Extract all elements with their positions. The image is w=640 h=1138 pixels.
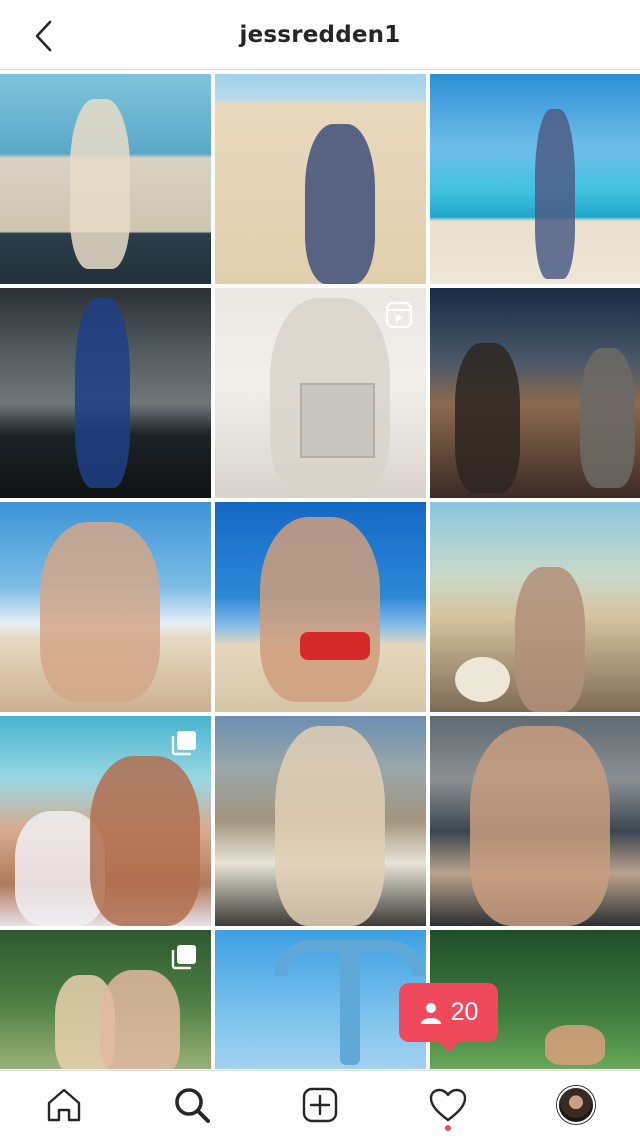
post-image [0,74,211,284]
post-image [430,716,640,926]
post-thumbnail[interactable] [0,502,211,712]
user-icon [420,1002,441,1024]
tab-profile[interactable] [544,1073,608,1137]
post-thumbnail[interactable] [0,288,211,498]
activity-heart-icon [429,1088,467,1121]
bottom-tab-bar [0,1070,640,1138]
activity-notification-dot [445,1124,451,1131]
post-thumbnail[interactable] [0,716,211,926]
post-image [430,502,640,712]
post-image [215,74,426,284]
back-button[interactable] [22,14,66,58]
post-image [430,288,640,498]
new-followers-notification[interactable]: 20 [399,983,498,1052]
carousel-badge [169,728,199,758]
post-thumbnail[interactable] [0,930,211,1069]
post-thumbnail[interactable] [215,288,426,498]
post-thumbnail[interactable] [215,716,426,926]
home-icon [47,1088,81,1121]
new-followers-count: 20 [450,998,479,1026]
profile-avatar [557,1085,595,1124]
profile-username-title: jessredden1 [239,21,401,48]
post-image [215,716,426,926]
top-header: jessredden1 [0,0,640,70]
post-thumbnail[interactable] [215,74,426,284]
tab-activity[interactable] [416,1073,480,1137]
carousel-icon [171,731,196,756]
search-icon [175,1087,210,1123]
post-image [430,74,640,284]
post-thumbnail[interactable] [430,74,640,284]
new-post-icon [302,1087,338,1122]
tab-home[interactable] [32,1073,96,1137]
posts-grid [0,74,640,1069]
post-thumbnail[interactable] [430,502,640,712]
post-image [0,288,211,498]
reels-badge [384,300,414,330]
post-thumbnail[interactable] [215,502,426,712]
post-image [215,930,426,1069]
tab-new-post[interactable] [288,1073,352,1137]
post-thumbnail[interactable] [430,716,640,926]
carousel-icon [171,945,196,970]
chevron-left-icon [35,20,52,52]
post-thumbnail[interactable] [215,930,426,1069]
carousel-badge [169,942,199,972]
tab-search[interactable] [160,1073,224,1137]
post-thumbnail[interactable] [0,74,211,284]
post-image [0,502,211,712]
reels-icon [385,301,413,329]
post-image [215,502,426,712]
post-thumbnail[interactable] [430,288,640,498]
